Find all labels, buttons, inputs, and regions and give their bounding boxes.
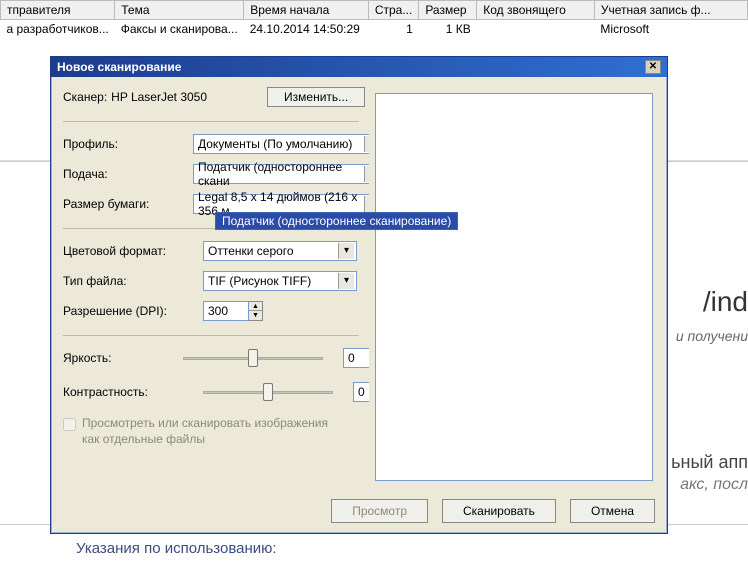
bg-subtitle: и получени <box>676 328 748 344</box>
col-time[interactable]: Время начала <box>244 1 369 20</box>
feed-dropdown[interactable]: Податчик (одностороннее сканирование) <box>215 212 458 230</box>
bg-text-line2: акс, посл <box>680 476 748 494</box>
dialog-title: Новое сканирование <box>57 60 181 74</box>
dpi-label: Разрешение (DPI): <box>63 304 203 318</box>
scanner-label: Сканер: <box>63 90 107 104</box>
cell-caller <box>477 20 595 39</box>
file-value: TIF (Рисунок TIFF) <box>208 274 311 288</box>
color-label: Цветовой формат: <box>63 244 203 258</box>
color-value: Оттенки серого <box>208 244 294 258</box>
file-select[interactable]: TIF (Рисунок TIFF) <box>203 271 357 291</box>
scanner-name: HP LaserJet 3050 <box>111 90 207 104</box>
cell-size: 1 КВ <box>419 20 477 39</box>
dpi-spinner[interactable]: ▲ ▼ <box>203 301 263 321</box>
preview-canvas <box>375 93 653 481</box>
close-icon: ✕ <box>649 61 657 72</box>
feed-option-single-sided[interactable]: Податчик (одностороннее сканирование) <box>216 213 457 229</box>
col-sender[interactable]: тправителя <box>1 1 115 20</box>
cell-pages: 1 <box>368 20 419 39</box>
contrast-label: Контрастность: <box>63 385 183 399</box>
cell-time: 24.10.2014 14:50:29 <box>244 20 369 39</box>
preview-pane <box>369 87 659 487</box>
spinner-up-icon[interactable]: ▲ <box>249 302 262 311</box>
file-label: Тип файла: <box>63 274 203 288</box>
col-size[interactable]: Размер <box>419 1 477 20</box>
titlebar[interactable]: Новое сканирование ✕ <box>51 57 667 77</box>
bg-text-line1: ьный апп <box>671 452 748 473</box>
divider <box>63 335 359 336</box>
slider-thumb[interactable] <box>263 383 273 401</box>
bg-brand-text: /ind <box>703 286 748 318</box>
paper-label: Размер бумаги: <box>63 197 193 211</box>
scan-button[interactable]: Сканировать <box>442 499 556 523</box>
paper-select[interactable]: Legal 8,5 x 14 дюймов (216 x 356 м <box>193 194 383 214</box>
color-select[interactable]: Оттенки серого <box>203 241 357 261</box>
cancel-button[interactable]: Отмена <box>570 499 655 523</box>
change-scanner-button[interactable]: Изменить... <box>267 87 365 107</box>
feed-value: Податчик (одностороннее скани <box>198 160 364 188</box>
cell-account: Microsoft <box>594 20 747 39</box>
feed-select[interactable]: Податчик (одностороннее скани <box>193 164 383 184</box>
col-pages[interactable]: Стра... <box>368 1 419 20</box>
spinner-down-icon[interactable]: ▼ <box>249 311 262 320</box>
col-account[interactable]: Учетная запись ф... <box>594 1 747 20</box>
col-caller[interactable]: Код звонящего <box>477 1 595 20</box>
profile-label: Профиль: <box>63 137 193 151</box>
separate-files-checkbox <box>63 418 76 431</box>
col-subject[interactable]: Тема <box>115 1 244 20</box>
slider-thumb[interactable] <box>248 349 258 367</box>
contrast-slider[interactable] <box>203 382 333 402</box>
divider <box>63 121 359 122</box>
feed-label: Подача: <box>63 167 193 181</box>
background-list: тправителя Тема Время начала Стра... Раз… <box>0 0 748 38</box>
cell-subject: Факсы и сканирова... <box>115 20 244 39</box>
separate-files-label: Просмотреть или сканировать изображения … <box>82 416 342 447</box>
cell-sender: а разработчиков... <box>1 20 115 39</box>
new-scan-dialog: Новое сканирование ✕ Сканер: HP LaserJet… <box>50 56 668 534</box>
profile-select[interactable]: Документы (По умолчанию) <box>193 134 383 154</box>
close-button[interactable]: ✕ <box>645 60 661 74</box>
usage-heading: Указания по использованию: <box>76 540 277 557</box>
brightness-label: Яркость: <box>63 351 183 365</box>
preview-button[interactable]: Просмотр <box>331 499 428 523</box>
profile-value: Документы (По умолчанию) <box>198 137 352 151</box>
brightness-slider[interactable] <box>183 348 323 368</box>
dpi-input[interactable] <box>203 301 249 321</box>
table-row[interactable]: а разработчиков... Факсы и сканирова... … <box>1 20 748 39</box>
